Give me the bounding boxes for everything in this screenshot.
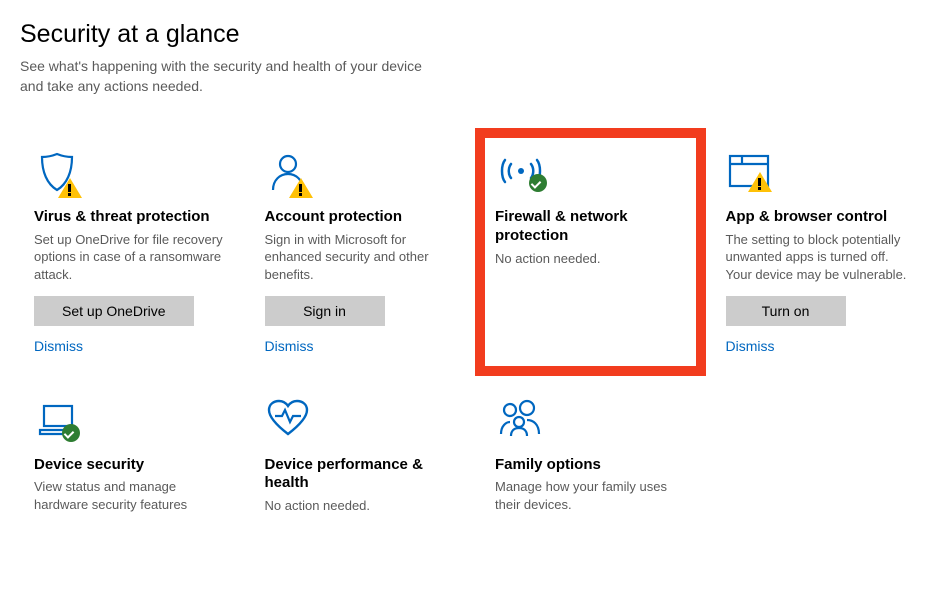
person-icon	[265, 150, 456, 198]
checkmark-badge-icon	[62, 424, 80, 442]
tile-description: View status and manage hardware security…	[34, 478, 225, 513]
warning-badge-icon	[58, 178, 78, 198]
tile-device-security[interactable]: Device security View status and manage h…	[18, 380, 241, 550]
tile-description: The setting to block potentially unwante…	[726, 231, 917, 284]
tile-description: Set up OneDrive for file recovery option…	[34, 231, 225, 284]
page-subtitle: See what's happening with the security a…	[20, 57, 440, 96]
sign-in-button[interactable]: Sign in	[265, 296, 385, 326]
tile-account-protection[interactable]: Account protection Sign in with Microsof…	[249, 132, 472, 371]
tile-firewall-network-protection[interactable]: Firewall & network protection No action …	[479, 132, 702, 371]
tile-description: Sign in with Microsoft for enhanced secu…	[265, 231, 456, 284]
dismiss-link[interactable]: Dismiss	[265, 338, 314, 354]
tile-title: Device security	[34, 456, 225, 475]
tile-description: No action needed.	[495, 250, 686, 268]
tile-title: Virus & threat protection	[34, 208, 225, 227]
warning-badge-icon	[748, 172, 768, 192]
tile-title: App & browser control	[726, 208, 917, 227]
tile-title: Account protection	[265, 208, 456, 227]
dismiss-link[interactable]: Dismiss	[726, 338, 775, 354]
turn-on-button[interactable]: Turn on	[726, 296, 846, 326]
browser-window-icon	[726, 150, 917, 198]
tile-description: Manage how your family uses their device…	[495, 478, 686, 513]
setup-onedrive-button[interactable]: Set up OneDrive	[34, 296, 194, 326]
heart-pulse-icon	[265, 398, 456, 446]
laptop-icon	[34, 398, 225, 446]
tile-app-browser-control[interactable]: App & browser control The setting to blo…	[710, 132, 933, 371]
warning-badge-icon	[289, 178, 309, 198]
dismiss-link[interactable]: Dismiss	[34, 338, 83, 354]
tile-virus-threat-protection[interactable]: Virus & threat protection Set up OneDriv…	[18, 132, 241, 371]
page-title: Security at a glance	[20, 20, 930, 49]
shield-icon	[34, 150, 225, 198]
tile-title: Firewall & network protection	[495, 208, 686, 246]
tile-title: Device performance & health	[265, 456, 456, 494]
tile-title: Family options	[495, 456, 686, 475]
network-signal-icon	[495, 150, 686, 198]
family-people-icon	[495, 398, 686, 446]
tile-family-options[interactable]: Family options Manage how your family us…	[479, 380, 702, 550]
security-tiles-grid: Virus & threat protection Set up OneDriv…	[18, 132, 932, 549]
tile-description: No action needed.	[265, 497, 456, 515]
tile-device-performance-health[interactable]: Device performance & health No action ne…	[249, 380, 472, 550]
